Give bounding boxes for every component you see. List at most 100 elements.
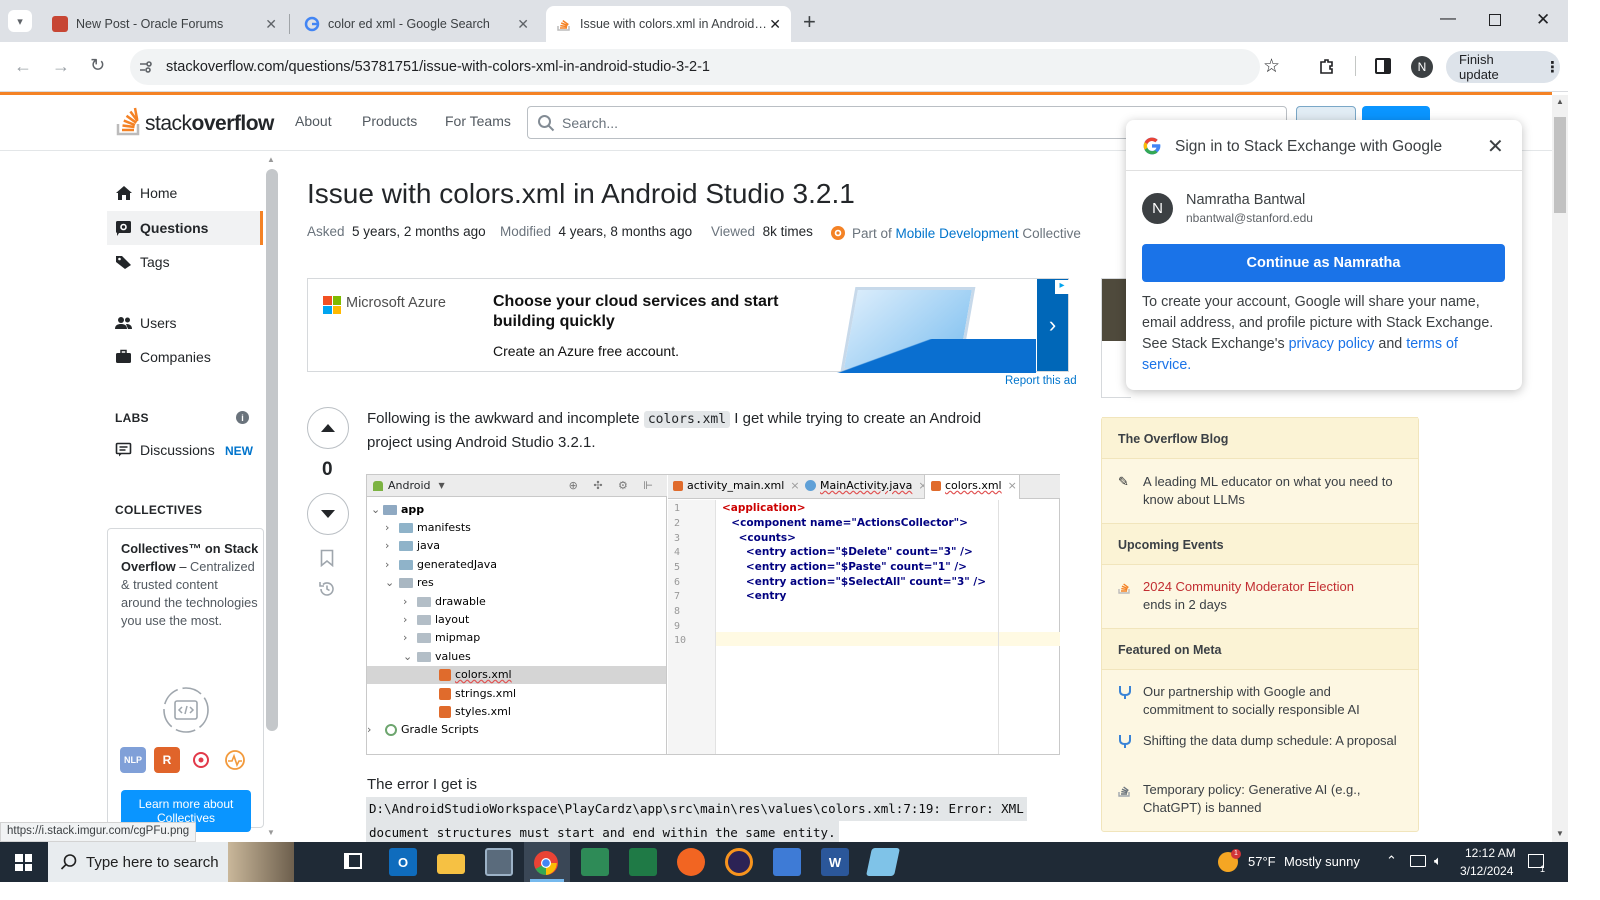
app-window-icon[interactable]: [485, 848, 513, 876]
tree-app[interactable]: ⌄ app: [371, 503, 424, 516]
question-title[interactable]: Issue with colors.xml in Android Studio …: [307, 178, 855, 210]
editor-tab-activity-main[interactable]: activity_main.xml ×: [673, 479, 800, 492]
sidebar-scrollbar[interactable]: ▲ ▼: [265, 155, 279, 840]
tree-styles-xml[interactable]: styles.xml: [439, 705, 511, 718]
tab-google-search[interactable]: color ed xml - Google Search ✕: [294, 6, 539, 42]
sidebar-item-companies[interactable]: Companies: [115, 349, 211, 365]
taskbar-search-box[interactable]: Type here to search: [48, 842, 294, 882]
windows-start-icon[interactable]: [15, 854, 32, 871]
bookmark-icon[interactable]: [320, 549, 334, 567]
report-ad-link[interactable]: Report this ad: [1005, 375, 1077, 387]
volume-icon[interactable]: 🔈︎: [1434, 853, 1442, 869]
tray-expand-icon[interactable]: ⌃: [1386, 853, 1397, 869]
new-tab-button[interactable]: +: [803, 9, 816, 35]
side-panel-icon[interactable]: [1375, 58, 1391, 74]
adchoices-icon[interactable]: ▸: [1055, 280, 1069, 294]
tree-java[interactable]: › java: [385, 539, 440, 552]
sidebar-item-discussions[interactable]: Discussions: [115, 442, 215, 458]
tree-mipmap[interactable]: › mipmap: [403, 631, 480, 644]
downvote-button[interactable]: [307, 493, 349, 535]
event-item[interactable]: 2024 Community Moderator Election ends i…: [1143, 578, 1403, 614]
network-icon[interactable]: [1410, 855, 1426, 867]
scroll-up-arrow[interactable]: ▲: [267, 155, 275, 164]
tab-search-button[interactable]: ▾: [8, 10, 32, 32]
forward-button[interactable]: →: [52, 56, 70, 77]
editor-tab-mainactivity[interactable]: MainActivity.java ×: [805, 479, 928, 492]
tree-colors-xml[interactable]: colors.xml: [439, 668, 512, 681]
tree-gradle-scripts[interactable]: › Gradle Scripts: [367, 723, 479, 736]
history-icon[interactable]: [318, 580, 336, 598]
sidebar-item-questions[interactable]: Questions: [115, 220, 208, 236]
tree-strings-xml[interactable]: strings.xml: [439, 687, 516, 700]
tree-layout[interactable]: › layout: [403, 613, 469, 626]
teams-like-icon[interactable]: [773, 848, 801, 876]
excel-like-icon[interactable]: [629, 848, 657, 876]
azure-ad[interactable]: Microsoft Azure Choose your cloud servic…: [307, 278, 1069, 373]
minimize-button[interactable]: —: [1440, 10, 1456, 28]
nav-for-teams[interactable]: For Teams: [445, 113, 511, 129]
chrome-icon[interactable]: [533, 850, 559, 876]
editor-tab-colors[interactable]: colors.xml ×: [931, 479, 1017, 492]
so-logo[interactable]: stack overflow: [115, 104, 274, 136]
meta-item[interactable]: Shifting the data dump schedule: A propo…: [1143, 732, 1403, 750]
sidebar-scroll-thumb[interactable]: [266, 169, 278, 731]
tree-generatedjava[interactable]: › generatedJava: [385, 558, 497, 571]
task-view-icon[interactable]: [344, 853, 362, 869]
info-icon[interactable]: i: [236, 411, 249, 424]
collective-link[interactable]: Mobile Development: [896, 226, 1019, 241]
tab-stackoverflow[interactable]: Issue with colors.xml in Android St ✕: [546, 6, 791, 42]
close-icon[interactable]: ✕: [517, 16, 529, 33]
page-scroll-thumb[interactable]: [1554, 117, 1566, 213]
more-menu-icon[interactable]: ⋮: [1545, 58, 1560, 76]
modified-value[interactable]: 4 years, 8 months ago: [559, 224, 693, 239]
file-explorer-icon[interactable]: [437, 854, 465, 874]
pen-app-icon[interactable]: [677, 848, 705, 876]
outlook-app-icon[interactable]: O: [389, 848, 417, 876]
ad-cta[interactable]: Create an Azure free account.: [493, 343, 679, 359]
finish-update-button[interactable]: Finish update ⋮: [1446, 51, 1560, 83]
event-title[interactable]: 2024 Community Moderator Election: [1143, 579, 1354, 594]
weather-desc[interactable]: Mostly sunny: [1284, 854, 1360, 869]
scroll-up-arrow[interactable]: ▲: [1556, 97, 1564, 106]
back-button[interactable]: ←: [14, 56, 32, 77]
sidebar-item-users[interactable]: Users: [115, 315, 177, 331]
collective-nlp-icon[interactable]: NLP: [120, 747, 146, 773]
sidebar-item-home[interactable]: Home: [115, 185, 177, 201]
meta-item[interactable]: Our partnership with Google and commitme…: [1143, 683, 1403, 719]
close-icon[interactable]: ✕: [265, 16, 277, 33]
reload-button[interactable]: ↻: [90, 55, 105, 76]
page-scrollbar[interactable]: ▲ ▼: [1552, 95, 1568, 842]
tab-oracle-forums[interactable]: New Post - Oracle Forums ✕: [42, 6, 287, 42]
upvote-button[interactable]: [307, 407, 349, 449]
popup-close-icon[interactable]: ✕: [1487, 134, 1504, 159]
collective-target-icon[interactable]: [188, 747, 214, 773]
restore-button[interactable]: [1489, 14, 1501, 26]
clock-date[interactable]: 3/12/2024: [1460, 864, 1513, 878]
scroll-down-arrow[interactable]: ▼: [267, 828, 275, 837]
close-icon[interactable]: ×: [790, 479, 799, 492]
continue-button[interactable]: Continue as Namratha: [1142, 244, 1505, 282]
media-app-icon[interactable]: [581, 848, 609, 876]
editor[interactable]: 1 2 3 4 5 6 7 8 9 10 <application> <comp…: [668, 500, 1060, 754]
privacy-link[interactable]: privacy policy: [1289, 336, 1375, 352]
profile-avatar[interactable]: N: [1411, 56, 1433, 78]
tree-values[interactable]: ⌄ values: [403, 650, 471, 663]
scroll-down-arrow[interactable]: ▼: [1556, 829, 1564, 838]
meta-item[interactable]: Temporary policy: Generative AI (e.g., C…: [1143, 781, 1403, 817]
notes-app-icon[interactable]: [866, 848, 900, 876]
close-window-button[interactable]: ✕: [1536, 10, 1550, 30]
close-icon[interactable]: ✕: [769, 16, 781, 33]
nav-products[interactable]: Products: [362, 113, 417, 129]
extensions-icon[interactable]: [1318, 57, 1336, 75]
nav-about[interactable]: About: [295, 113, 332, 129]
sidebar-item-tags[interactable]: Tags: [115, 254, 170, 270]
url-text[interactable]: stackoverflow.com/questions/53781751/iss…: [166, 59, 710, 75]
blog-item[interactable]: A leading ML educator on what you need t…: [1143, 473, 1403, 509]
word-icon[interactable]: W: [821, 848, 849, 876]
ide-screenshot[interactable]: Android ▼ ⊕ ✣ ⚙ ⊩ ⌄ app › manifests › java …: [366, 474, 1060, 755]
tree-manifests[interactable]: › manifests: [385, 521, 471, 534]
site-info-icon[interactable]: [138, 59, 154, 75]
tree-drawable[interactable]: › drawable: [403, 595, 486, 608]
bookmark-star-icon[interactable]: ☆: [1263, 55, 1280, 78]
address-bar[interactable]: stackoverflow.com/questions/53781751/iss…: [130, 49, 1260, 85]
